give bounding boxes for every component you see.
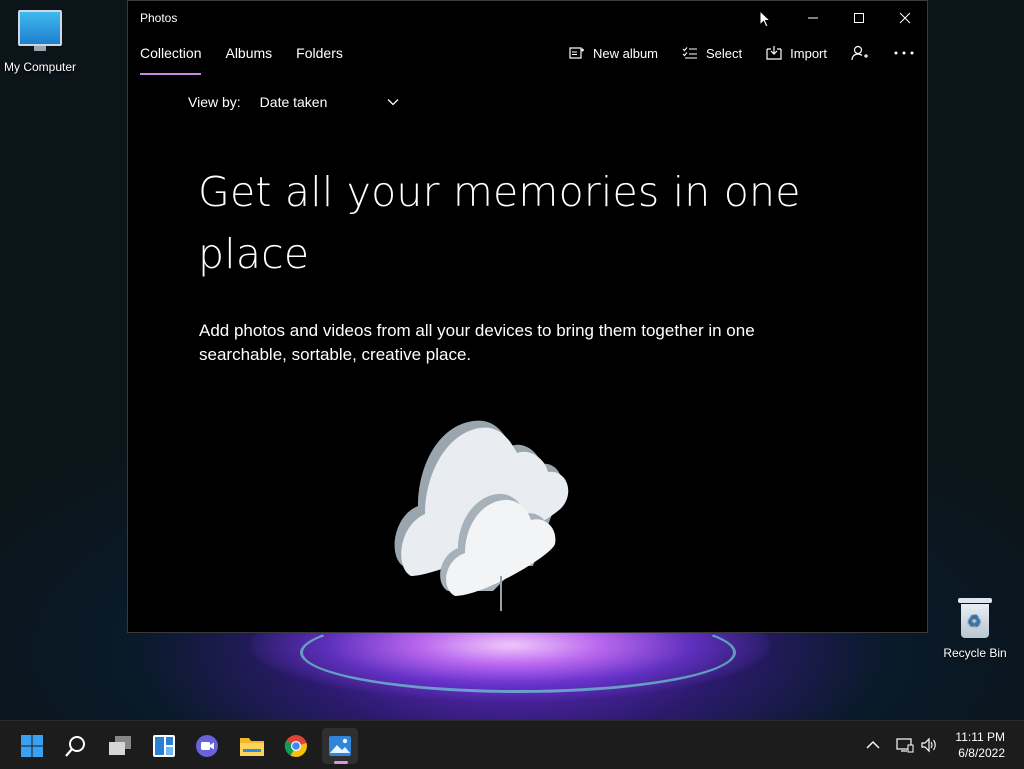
toolbar: New album Select Import — [545, 45, 915, 61]
chat-icon — [196, 735, 218, 757]
import-icon — [766, 46, 782, 60]
mouse-cursor-icon — [759, 10, 771, 28]
photos-window: Photos Collection Albums Folders New alb… — [127, 0, 928, 633]
search-icon — [65, 736, 85, 757]
minimize-button[interactable] — [792, 5, 834, 31]
view-by-dropdown[interactable]: Date taken — [260, 94, 400, 110]
desktop-icon-label: Recycle Bin — [943, 646, 1007, 660]
clock[interactable]: 11:11 PM 6/8/2022 — [955, 729, 1005, 761]
description-line-2: searchable, sortable, creative place. — [199, 345, 472, 364]
maximize-button[interactable] — [838, 5, 880, 31]
account-button[interactable] — [851, 45, 869, 61]
empty-state-headline: Get all your memories in one place — [198, 161, 818, 285]
task-view-icon — [109, 736, 131, 755]
chrome-button[interactable] — [278, 728, 314, 764]
chevron-up-icon[interactable] — [866, 740, 880, 750]
photos-taskbar-button[interactable] — [322, 728, 358, 764]
description-line-1: Add photos and videos from all your devi… — [199, 321, 755, 340]
widgets-button[interactable] — [146, 728, 182, 764]
window-title: Photos — [140, 11, 178, 25]
widgets-icon — [153, 735, 175, 757]
chevron-down-icon — [387, 99, 399, 106]
taskbar: 11:11 PM 6/8/2022 — [0, 720, 1024, 769]
tab-collection[interactable]: Collection — [140, 45, 202, 75]
view-by: View by: Date taken — [188, 94, 399, 110]
file-explorer-button[interactable] — [234, 728, 270, 764]
headline-line-1: Get all your memories in one — [198, 168, 801, 216]
close-button[interactable] — [884, 5, 926, 31]
computer-icon — [18, 10, 62, 51]
new-album-icon — [569, 47, 584, 59]
nav-tabs: Collection Albums Folders — [140, 45, 343, 75]
chat-button[interactable] — [190, 728, 226, 764]
recycle-bin-icon: ♻ — [958, 598, 992, 638]
desktop-icon-recycle-bin[interactable]: ♻ Recycle Bin — [935, 598, 1015, 660]
start-button[interactable] — [14, 728, 50, 764]
tab-folders[interactable]: Folders — [296, 45, 343, 75]
tab-albums[interactable]: Albums — [225, 45, 272, 75]
new-album-button[interactable]: New album — [569, 46, 658, 61]
clock-date: 6/8/2022 — [958, 746, 1005, 760]
chrome-icon — [284, 735, 307, 757]
import-label: Import — [790, 45, 827, 61]
search-button[interactable] — [58, 728, 94, 764]
clock-time: 11:11 PM — [955, 730, 1005, 744]
title-bar[interactable]: Photos — [128, 1, 927, 35]
select-icon — [682, 47, 698, 59]
import-button[interactable]: Import — [766, 46, 827, 61]
photos-icon — [329, 736, 351, 756]
more-options-button[interactable] — [893, 50, 915, 56]
task-view-button[interactable] — [102, 728, 138, 764]
start-icon — [21, 735, 43, 757]
desktop-icon-my-computer[interactable]: My Computer — [0, 10, 80, 74]
view-by-label: View by: — [188, 94, 241, 110]
network-icon[interactable] — [896, 737, 914, 753]
select-label: Select — [706, 45, 743, 61]
maximize-icon — [854, 13, 864, 23]
system-tray — [866, 721, 938, 769]
close-icon — [899, 12, 911, 24]
volume-icon[interactable] — [920, 737, 938, 753]
minimize-icon — [808, 17, 818, 19]
cloud-illustration — [394, 420, 569, 611]
empty-state-description: Add photos and videos from all your devi… — [199, 319, 819, 367]
more-icon — [894, 51, 914, 55]
desktop-icon-label: My Computer — [3, 60, 77, 74]
new-album-label: New album — [592, 45, 659, 61]
headline-line-2: place — [198, 230, 310, 278]
person-add-icon — [851, 45, 868, 61]
select-button[interactable]: Select — [682, 46, 742, 61]
file-explorer-icon — [240, 738, 264, 756]
view-by-value: Date taken — [259, 94, 328, 110]
